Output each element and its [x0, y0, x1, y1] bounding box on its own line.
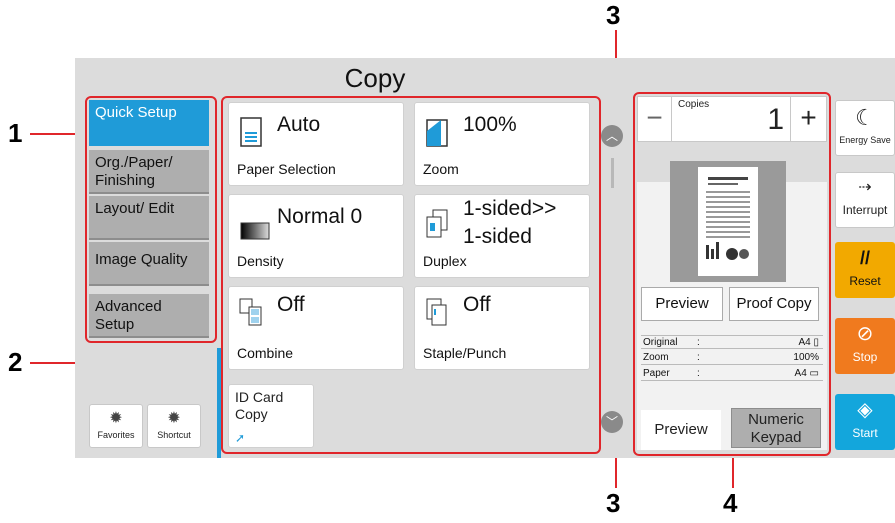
combine-value: Off [277, 293, 305, 316]
copies-increment-button[interactable]: + [790, 97, 826, 141]
info-value: A4 ▭ [794, 368, 819, 379]
info-key: Zoom [643, 352, 669, 363]
gear-icon: ✹ [109, 410, 123, 427]
id-card-copy-line2: Copy [235, 406, 268, 422]
zoom-tile[interactable]: 100% Zoom [414, 102, 590, 186]
portrait-paper-icon: ▯ [813, 337, 819, 348]
info-row-zoom: Zoom : 100% [641, 351, 823, 365]
id-card-copy-tile[interactable]: ID Card Copy ➚ [228, 384, 314, 448]
tab-quick-setup[interactable]: Quick Setup [89, 100, 209, 146]
info-key: Paper [643, 368, 670, 379]
scroll-down-button[interactable]: ﹀ [601, 411, 623, 433]
id-card-copy-line1: ID Card [235, 389, 284, 405]
zoom-icon [426, 119, 448, 147]
info-row-original: Original : A4 ▯ [641, 335, 823, 349]
staple-punch-label: Staple/Punch [423, 345, 507, 361]
callout-line-4 [732, 458, 734, 488]
info-key: Original [643, 337, 678, 348]
interrupt-icon: ⇢ [858, 179, 872, 196]
moon-icon: ☾ [855, 105, 875, 130]
density-value: Normal 0 [277, 205, 363, 228]
duplex-value: 1-sided>> 1-sided [463, 197, 556, 249]
duplex-value-line2: 1-sided [463, 225, 532, 248]
duplex-label: Duplex [423, 253, 467, 269]
callout-3-bottom: 3 [606, 488, 621, 518]
callout-1: 1 [8, 118, 23, 148]
callout-4: 4 [723, 488, 738, 518]
proof-copy-button[interactable]: Proof Copy [729, 287, 819, 321]
start-icon: ◈ [857, 399, 873, 421]
info-sep: : [697, 368, 700, 379]
start-button[interactable]: ◈ Start [835, 394, 895, 450]
callout-3-top: 3 [606, 0, 621, 30]
paper-selection-label: Paper Selection [237, 161, 336, 177]
numeric-keypad-line2: Keypad [750, 429, 802, 446]
energy-save-label: Energy Save [839, 135, 891, 145]
numeric-keypad-tab[interactable]: Numeric Keypad [731, 408, 821, 448]
tab-layout-edit[interactable]: Layout/ Edit [89, 196, 209, 240]
tab-advanced-setup[interactable]: Advanced Setup [89, 294, 209, 338]
info-value: A4 ▯ [798, 337, 819, 348]
staple-punch-tile[interactable]: Off Staple/Punch [414, 286, 590, 370]
stop-button[interactable]: ⊘ Stop [835, 318, 895, 374]
document-thumbnail-icon [706, 177, 750, 260]
id-card-copy-label: ID Card Copy [235, 389, 283, 423]
copies-control: − Copies 1 + [637, 96, 827, 142]
info-sep: : [697, 352, 700, 363]
paper-selection-tile[interactable]: Auto Paper Selection [228, 102, 404, 186]
zoom-value: 100% [463, 113, 517, 136]
info-value: 100% [793, 352, 819, 363]
tab-org-paper-finishing[interactable]: Org./Paper/ Finishing [89, 150, 209, 194]
info-sep: : [697, 337, 700, 348]
landscape-paper-icon: ▭ [809, 368, 819, 379]
scroll-up-button[interactable]: ︿ [601, 125, 623, 147]
combine-icon [239, 298, 262, 326]
stop-icon: ⊘ [856, 323, 874, 345]
copy-screen: Copy Quick Setup Org./Paper/ Finishing L… [75, 58, 895, 458]
reset-label: Reset [849, 274, 881, 288]
shortcut-label: Shortcut [157, 430, 191, 440]
duplex-value-line1: 1-sided>> [463, 197, 557, 220]
shortcut-arrow-icon: ➚ [235, 431, 246, 445]
favorites-label: Favorites [97, 430, 135, 440]
staple-punch-value: Off [463, 293, 491, 316]
preview-button[interactable]: Preview [641, 287, 723, 321]
favorites-button[interactable]: ✹ Favorites [89, 404, 143, 448]
density-tile[interactable]: Normal 0 Density [228, 194, 404, 278]
combine-tile[interactable]: Off Combine [228, 286, 404, 370]
info-row-paper: Paper : A4 ▭ [641, 367, 823, 381]
scrollbar-thumb[interactable] [611, 158, 614, 188]
reset-icon: // [859, 248, 870, 268]
combine-label: Combine [237, 345, 294, 361]
energy-save-button[interactable]: ☾ Energy Save [835, 100, 895, 156]
paper-selection-value: Auto [277, 113, 321, 136]
zoom-label: Zoom [423, 161, 459, 177]
preview-page [698, 167, 758, 276]
density-label: Density [237, 253, 284, 269]
copies-value[interactable]: 1 [767, 103, 784, 137]
preview-thumbnail [670, 161, 786, 282]
preview-tab[interactable]: Preview [641, 410, 721, 450]
gear-icon: ✹ [167, 410, 181, 427]
density-icon [240, 222, 270, 240]
numeric-keypad-line1: Numeric [748, 411, 804, 428]
staple-icon [426, 298, 447, 326]
stop-label: Stop [852, 350, 878, 364]
interrupt-label: Interrupt [842, 203, 888, 217]
duplex-icon [426, 209, 448, 238]
duplex-tile[interactable]: 1-sided>> 1-sided Duplex [414, 194, 590, 278]
interrupt-button[interactable]: ⇢ Interrupt [835, 172, 895, 228]
copies-label: Copies [678, 99, 710, 110]
reset-button[interactable]: // Reset [835, 242, 895, 298]
shortcut-button[interactable]: ✹ Shortcut [147, 404, 201, 448]
page-title: Copy [344, 63, 406, 93]
callout-2: 2 [8, 347, 23, 377]
start-label: Start [852, 426, 878, 440]
tab-image-quality[interactable]: Image Quality [89, 242, 209, 286]
copies-decrement-button[interactable]: − [638, 97, 672, 141]
paper-icon [240, 117, 262, 147]
